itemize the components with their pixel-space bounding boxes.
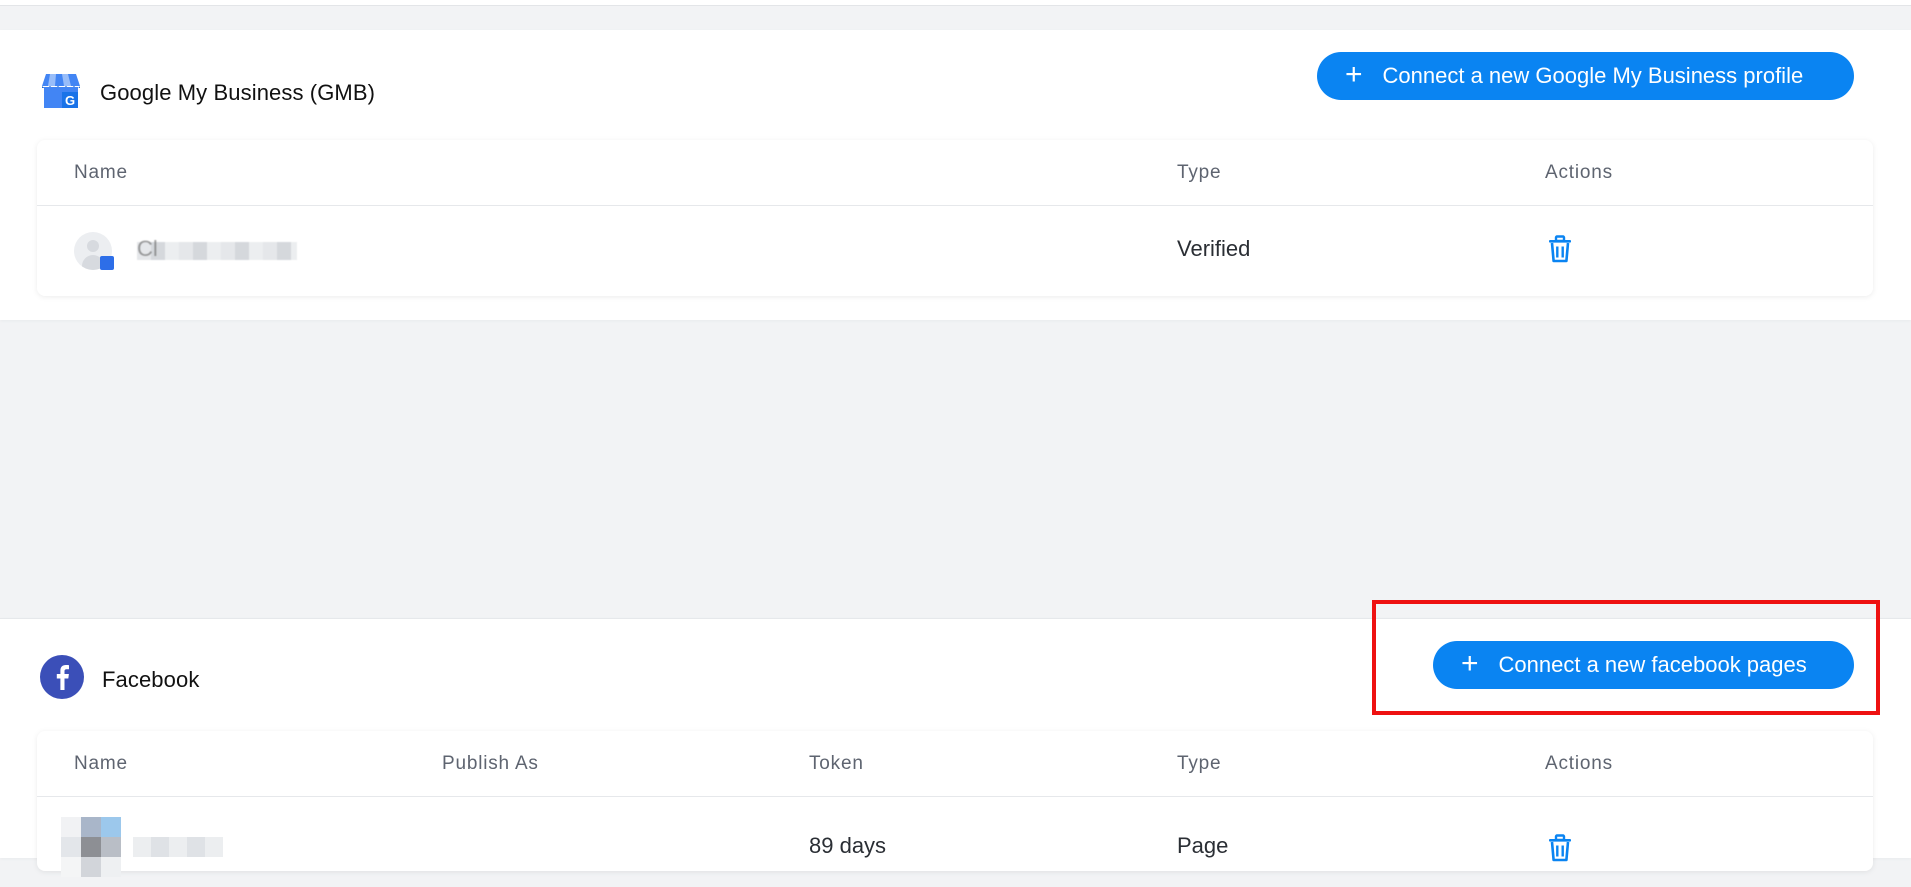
google-my-business-icon: G (40, 70, 82, 115)
page-type: Page (1177, 833, 1229, 858)
page-avatar-redacted (61, 817, 121, 877)
facebook-title: Facebook (102, 666, 200, 692)
column-header-token: Token (809, 753, 864, 774)
trash-icon[interactable] (1545, 234, 1575, 264)
column-header-actions: Actions (1545, 162, 1613, 183)
gmb-title: Google My Business (GMB) (100, 79, 376, 105)
token-expiry: 89 days (809, 833, 887, 858)
facebook-icon (40, 655, 84, 704)
column-header-name: Name (74, 162, 128, 183)
gmb-table: Name Type Actions Cl Verified (37, 140, 1873, 296)
connect-gmb-label: Connect a new Google My Business profile (1382, 63, 1804, 88)
column-header-name: Name (74, 753, 128, 774)
table-row: Cl Verified (37, 206, 1873, 296)
gmb-section: G Google My Business (GMB) + Connect a n… (0, 30, 1911, 320)
column-header-type: Type (1177, 162, 1222, 183)
gmb-header: G Google My Business (GMB) (40, 70, 375, 115)
account-name: Cl (137, 236, 158, 261)
page-name-redacted (133, 837, 223, 857)
avatar (74, 232, 114, 272)
gmb-badge-icon (100, 256, 114, 270)
facebook-table: Name Publish As Token Type Actions 89 da… (37, 731, 1873, 877)
column-header-publish-as: Publish As (442, 753, 539, 774)
top-strip (0, 0, 1911, 6)
column-header-type: Type (1177, 753, 1222, 774)
plus-icon: + (1345, 57, 1363, 91)
column-header-actions: Actions (1545, 753, 1613, 774)
facebook-table-header: Name Publish As Token Type Actions (37, 731, 1873, 797)
gmb-table-header: Name Type Actions (37, 140, 1873, 206)
svg-text:G: G (65, 93, 75, 108)
account-name-redacted: Cl (137, 236, 337, 261)
facebook-header: Facebook (40, 655, 199, 704)
table-row: 89 days Page (37, 797, 1873, 887)
account-type: Verified (1177, 236, 1251, 261)
connect-gmb-button[interactable]: + Connect a new Google My Business profi… (1317, 52, 1854, 100)
highlight-box (1372, 600, 1880, 715)
trash-icon[interactable] (1545, 833, 1575, 863)
